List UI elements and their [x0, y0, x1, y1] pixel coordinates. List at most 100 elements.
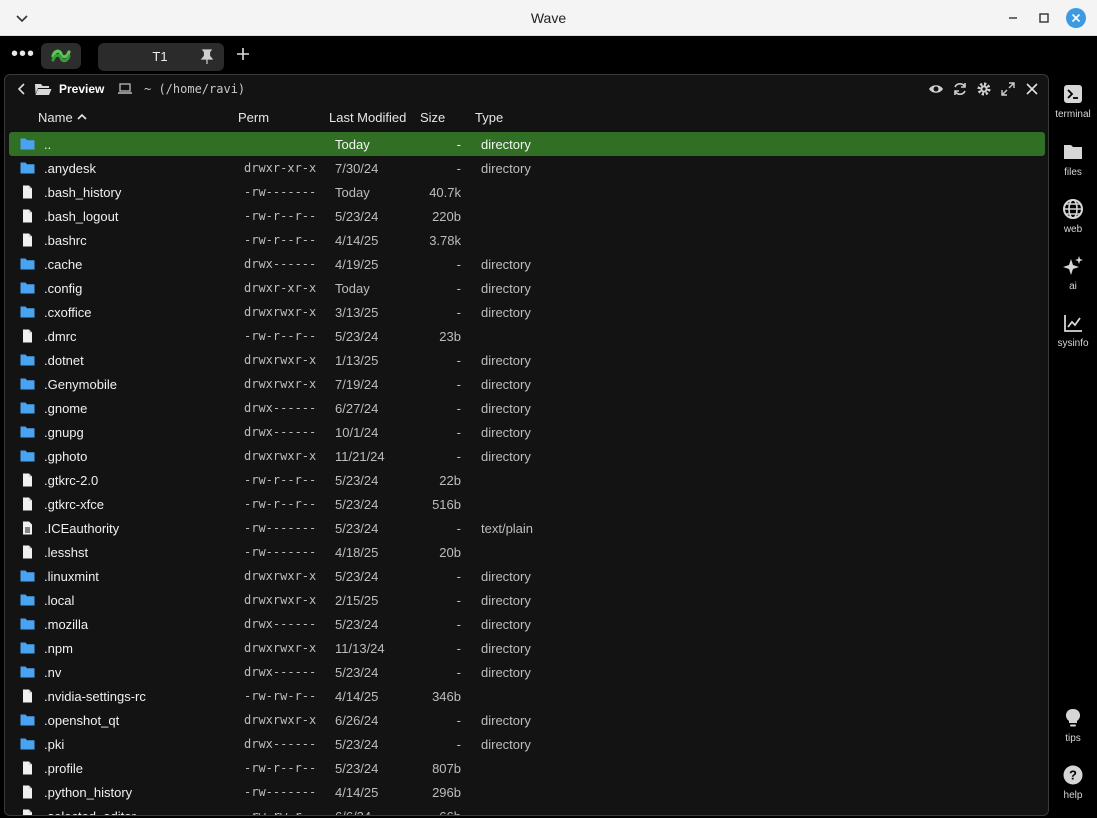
file-row[interactable]: .npm drwxrwxr-x 11/13/24 - directory	[9, 636, 1045, 660]
file-row[interactable]: .mozilla drwx------ 5/23/24 - directory	[9, 612, 1045, 636]
file-name: .pki	[44, 737, 65, 752]
tab-bar: ••• T1	[0, 36, 1097, 74]
file-row[interactable]: .linuxmint drwxrwxr-x 5/23/24 - directory	[9, 564, 1045, 588]
column-header-size[interactable]: Size	[420, 110, 445, 125]
file-type: directory	[481, 449, 531, 464]
file-row[interactable]: .selected_editor -rw-rw-r-- 6/6/24 66b	[9, 804, 1045, 815]
column-header-perm[interactable]: Perm	[238, 110, 269, 125]
file-modified: 6/6/24	[335, 809, 371, 815]
file-row[interactable]: .nv drwx------ 5/23/24 - directory	[9, 660, 1045, 684]
file-modified: 5/23/24	[335, 473, 379, 488]
file-perm: drwx------	[244, 401, 317, 415]
file-name: .selected_editor	[44, 809, 136, 815]
panel-header: Preview ~ (/home/ravi)	[5, 75, 1048, 103]
tab-t1[interactable]: T1	[98, 43, 224, 71]
laptop-icon[interactable]	[117, 82, 133, 96]
sidebar-item-terminal[interactable]: terminal	[1049, 83, 1097, 133]
file-row[interactable]: .gnupg drwx------ 10/1/24 - directory	[9, 420, 1045, 444]
sidebar-item-help[interactable]: ? help	[1049, 764, 1097, 814]
column-header-type[interactable]: Type	[475, 110, 503, 125]
file-type: directory	[481, 593, 531, 608]
file-row[interactable]: .pki drwx------ 5/23/24 - directory	[9, 732, 1045, 756]
file-type: directory	[481, 641, 531, 656]
file-row[interactable]: .local drwxrwxr-x 2/15/25 - directory	[9, 588, 1045, 612]
file-size: 20b	[439, 545, 461, 560]
file-row[interactable]: .python_history -rw------- 4/14/25 296b	[9, 780, 1045, 804]
file-row[interactable]: .ICEauthority -rw------- 5/23/24 - text/plai…	[9, 516, 1045, 540]
file-name: .bashrc	[44, 233, 87, 248]
file-row[interactable]: .bash_history -rw------- Today 40.7k	[9, 180, 1045, 204]
column-header-row: Name Perm Last Modified Size Type	[5, 105, 1048, 131]
refresh-icon[interactable]	[952, 81, 968, 97]
file-row[interactable]: .gtkrc-2.0 -rw-r--r-- 5/23/24 22b	[9, 468, 1045, 492]
eye-icon[interactable]	[928, 81, 944, 97]
sidebar-label: sysinfo	[1057, 338, 1089, 349]
file-perm: drwxrwxr-x	[244, 305, 317, 319]
file-perm: -rw-r--r--	[244, 473, 317, 487]
file-modified: 5/23/24	[335, 329, 379, 344]
file-size: -	[456, 569, 461, 584]
current-path[interactable]: ~ (/home/ravi)	[144, 82, 245, 96]
file-type: directory	[481, 257, 531, 272]
file-size: 516b	[432, 497, 461, 512]
file-row[interactable]: .anydesk drwxr-xr-x 7/30/24 - directory	[9, 156, 1045, 180]
file-type: directory	[481, 737, 531, 752]
file-name: .anydesk	[44, 161, 97, 176]
file-name: .npm	[44, 641, 73, 656]
workspace-button[interactable]	[41, 43, 81, 69]
file-row[interactable]: .gnome drwx------ 6/27/24 - directory	[9, 396, 1045, 420]
file-row[interactable]: .config drwxr-xr-x Today - directory	[9, 276, 1045, 300]
file-row[interactable]: .cxoffice drwxrwxr-x 3/13/25 - directory	[9, 300, 1045, 324]
file-modified: 4/19/25	[335, 257, 379, 272]
minimize-icon[interactable]	[1004, 9, 1022, 27]
file-size: 346b	[432, 689, 461, 704]
back-chevron-icon[interactable]	[14, 81, 28, 97]
file-size: -	[456, 521, 461, 536]
sidebar-item-web[interactable]: web	[1049, 198, 1097, 248]
column-header-name[interactable]: Name	[38, 110, 73, 125]
maximize-block-icon[interactable]	[1000, 81, 1016, 97]
file-row[interactable]: .cache drwx------ 4/19/25 - directory	[9, 252, 1045, 276]
add-tab-icon[interactable]	[235, 46, 251, 62]
file-perm: -rw-------	[244, 545, 317, 559]
file-name: .nvidia-settings-rc	[44, 689, 146, 704]
file-perm: -rw-------	[244, 785, 317, 799]
file-row[interactable]: .profile -rw-r--r-- 5/23/24 807b	[9, 756, 1045, 780]
file-row[interactable]: .nvidia-settings-rc -rw-rw-r-- 4/14/25 346b	[9, 684, 1045, 708]
sidebar-item-sysinfo[interactable]: sysinfo	[1049, 312, 1097, 362]
file-row[interactable]: .bashrc -rw-r--r-- 4/14/25 3.78k	[9, 228, 1045, 252]
file-row[interactable]: .gphoto drwxrwxr-x 11/21/24 - directory	[9, 444, 1045, 468]
file-modified: 6/26/24	[335, 713, 379, 728]
file-row[interactable]: .dotnet drwxrwxr-x 1/13/25 - directory	[9, 348, 1045, 372]
close-block-icon[interactable]	[1024, 81, 1040, 97]
sidebar-item-ai[interactable]: ai	[1049, 255, 1097, 305]
file-icon	[20, 329, 35, 343]
sidebar-item-files[interactable]: files	[1049, 141, 1097, 191]
file-row[interactable]: .. Today - directory	[9, 132, 1045, 156]
file-modified: 10/1/24	[335, 425, 379, 440]
column-header-modified[interactable]: Last Modified	[329, 110, 406, 125]
file-row[interactable]: .gtkrc-xfce -rw-r--r-- 5/23/24 516b	[9, 492, 1045, 516]
file-row[interactable]: .dmrc -rw-r--r-- 5/23/24 23b	[9, 324, 1045, 348]
file-icon	[20, 689, 35, 703]
window-close-button[interactable]	[1066, 8, 1086, 28]
file-row[interactable]: .bash_logout -rw-r--r-- 5/23/24 220b	[9, 204, 1045, 228]
file-row[interactable]: .openshot_qt drwxrwxr-x 6/26/24 - directory	[9, 708, 1045, 732]
file-modified: 5/23/24	[335, 497, 379, 512]
app-menu-dots-icon[interactable]: •••	[11, 44, 35, 64]
file-perm: drwxrwxr-x	[244, 593, 317, 607]
file-row[interactable]: .Genymobile drwxrwxr-x 7/19/24 - directory	[9, 372, 1045, 396]
question-icon: ?	[1063, 765, 1083, 785]
folder-open-icon	[35, 84, 52, 95]
gear-icon[interactable]	[976, 81, 992, 97]
maximize-icon[interactable]	[1035, 9, 1053, 27]
sparkles-icon	[1063, 256, 1083, 275]
sort-ascending-icon[interactable]	[76, 111, 88, 123]
folder-icon	[20, 737, 35, 751]
file-perm: drwxr-xr-x	[244, 281, 317, 295]
file-row[interactable]: .lesshst -rw------- 4/18/25 20b	[9, 540, 1045, 564]
sidebar-item-tips[interactable]: tips	[1049, 707, 1097, 757]
file-perm: -rw-------	[244, 521, 317, 535]
file-perm: -rw-rw-r--	[244, 689, 317, 703]
pin-icon[interactable]	[200, 49, 214, 65]
